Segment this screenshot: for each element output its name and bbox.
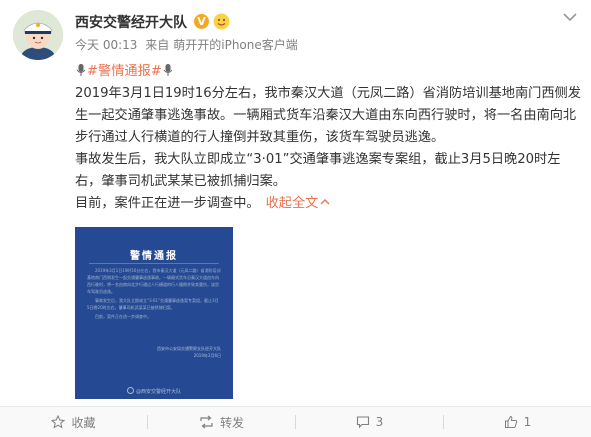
- post-paragraph: 2019年3月1日19时16分左右，我市秦汉大道（元凤二路）省消防培训基地南门西…: [75, 86, 581, 145]
- repost-icon: [200, 415, 213, 429]
- comment-count: 3: [375, 415, 384, 429]
- weibo-post-card: 西安交警经开大队 V 今天 00:13 来自 萌开开的iPhone客户端 #警情通…: [0, 0, 591, 437]
- notice-body: 2019年3月1日19时16分左右，我市秦汉大道（元凤二路）省消防培训基地南门西…: [87, 267, 221, 322]
- microphone-icon: [76, 64, 86, 76]
- weibo-logo-icon: [126, 387, 134, 394]
- notice-paragraph: 事故发生后，我大队立即成立“3·01”交通肇事逃逸案专案组，截止3月5日晚20时…: [87, 298, 219, 310]
- collapse-text-link[interactable]: 收起全文: [266, 196, 331, 211]
- fan-badge-icon[interactable]: [213, 13, 230, 30]
- notice-signature-date: 2019年3月6日: [193, 353, 221, 358]
- post-content: #警情通报# 2019年3月1日19时16分左右，我市秦汉大道（元凤二路）省消防…: [75, 61, 585, 215]
- favorite-label: 收藏: [71, 415, 96, 430]
- avatar[interactable]: [13, 10, 63, 60]
- post-paragraph: 目前，案件正在进一步调查中。: [75, 196, 260, 211]
- action-bar: 收藏 转发 3 1: [0, 406, 591, 437]
- chevron-down-icon[interactable]: [562, 10, 578, 24]
- repost-label: 转发: [219, 415, 244, 430]
- comment-button[interactable]: 3: [296, 407, 443, 437]
- notice-title: 警情通报: [130, 251, 178, 262]
- star-icon: [51, 415, 66, 429]
- notice-divider: [89, 263, 219, 264]
- notice-paragraph: 目前，案件正在进一步调查中。: [95, 314, 151, 319]
- collapse-label: 收起全文: [265, 196, 319, 211]
- comment-icon: [356, 416, 369, 429]
- hashtag-link[interactable]: #警情通报#: [87, 64, 162, 79]
- source-prefix: 来自: [145, 38, 170, 52]
- author-name[interactable]: 西安交警经开大队: [75, 14, 187, 32]
- notice-signature: 西安市公安局交通警察支队经开大队 2019年3月6日: [121, 345, 221, 359]
- post-timestamp[interactable]: 今天 00:13: [75, 38, 137, 52]
- like-count: 1: [523, 415, 532, 429]
- notice-image[interactable]: 警情通报 2019年3月1日19时16分左右，我市秦汉大道（元凤二路）省消防培训…: [75, 227, 233, 399]
- repost-button[interactable]: 转发: [148, 407, 295, 437]
- notice-paragraph: 2019年3月1日19时16分左右，我市秦汉大道（元凤二路）省消防培训基地南门西…: [87, 268, 221, 294]
- police-cartoon-avatar-icon: [13, 10, 63, 60]
- notice-watermark-text: @西安交警经开大队: [135, 389, 181, 395]
- notice-watermark: @西安交警经开大队: [75, 387, 233, 395]
- post-paragraph: 事故发生后，我大队立即成立“3·01”交通肇事逃逸案专案组，截止3月5日晚20时…: [75, 152, 561, 189]
- microphone-icon: [163, 64, 173, 76]
- post-meta: 今天 00:13 来自 萌开开的iPhone客户端: [75, 37, 298, 53]
- notice-signature-org: 西安市公安局交通警察支队经开大队: [157, 346, 221, 351]
- chevron-up-icon: [320, 199, 330, 205]
- thumbs-up-icon: [504, 415, 517, 428]
- verified-badge-icon: V: [194, 14, 209, 29]
- like-button[interactable]: 1: [444, 407, 591, 437]
- source-client[interactable]: 萌开开的iPhone客户端: [173, 38, 298, 52]
- favorite-button[interactable]: 收藏: [0, 407, 147, 437]
